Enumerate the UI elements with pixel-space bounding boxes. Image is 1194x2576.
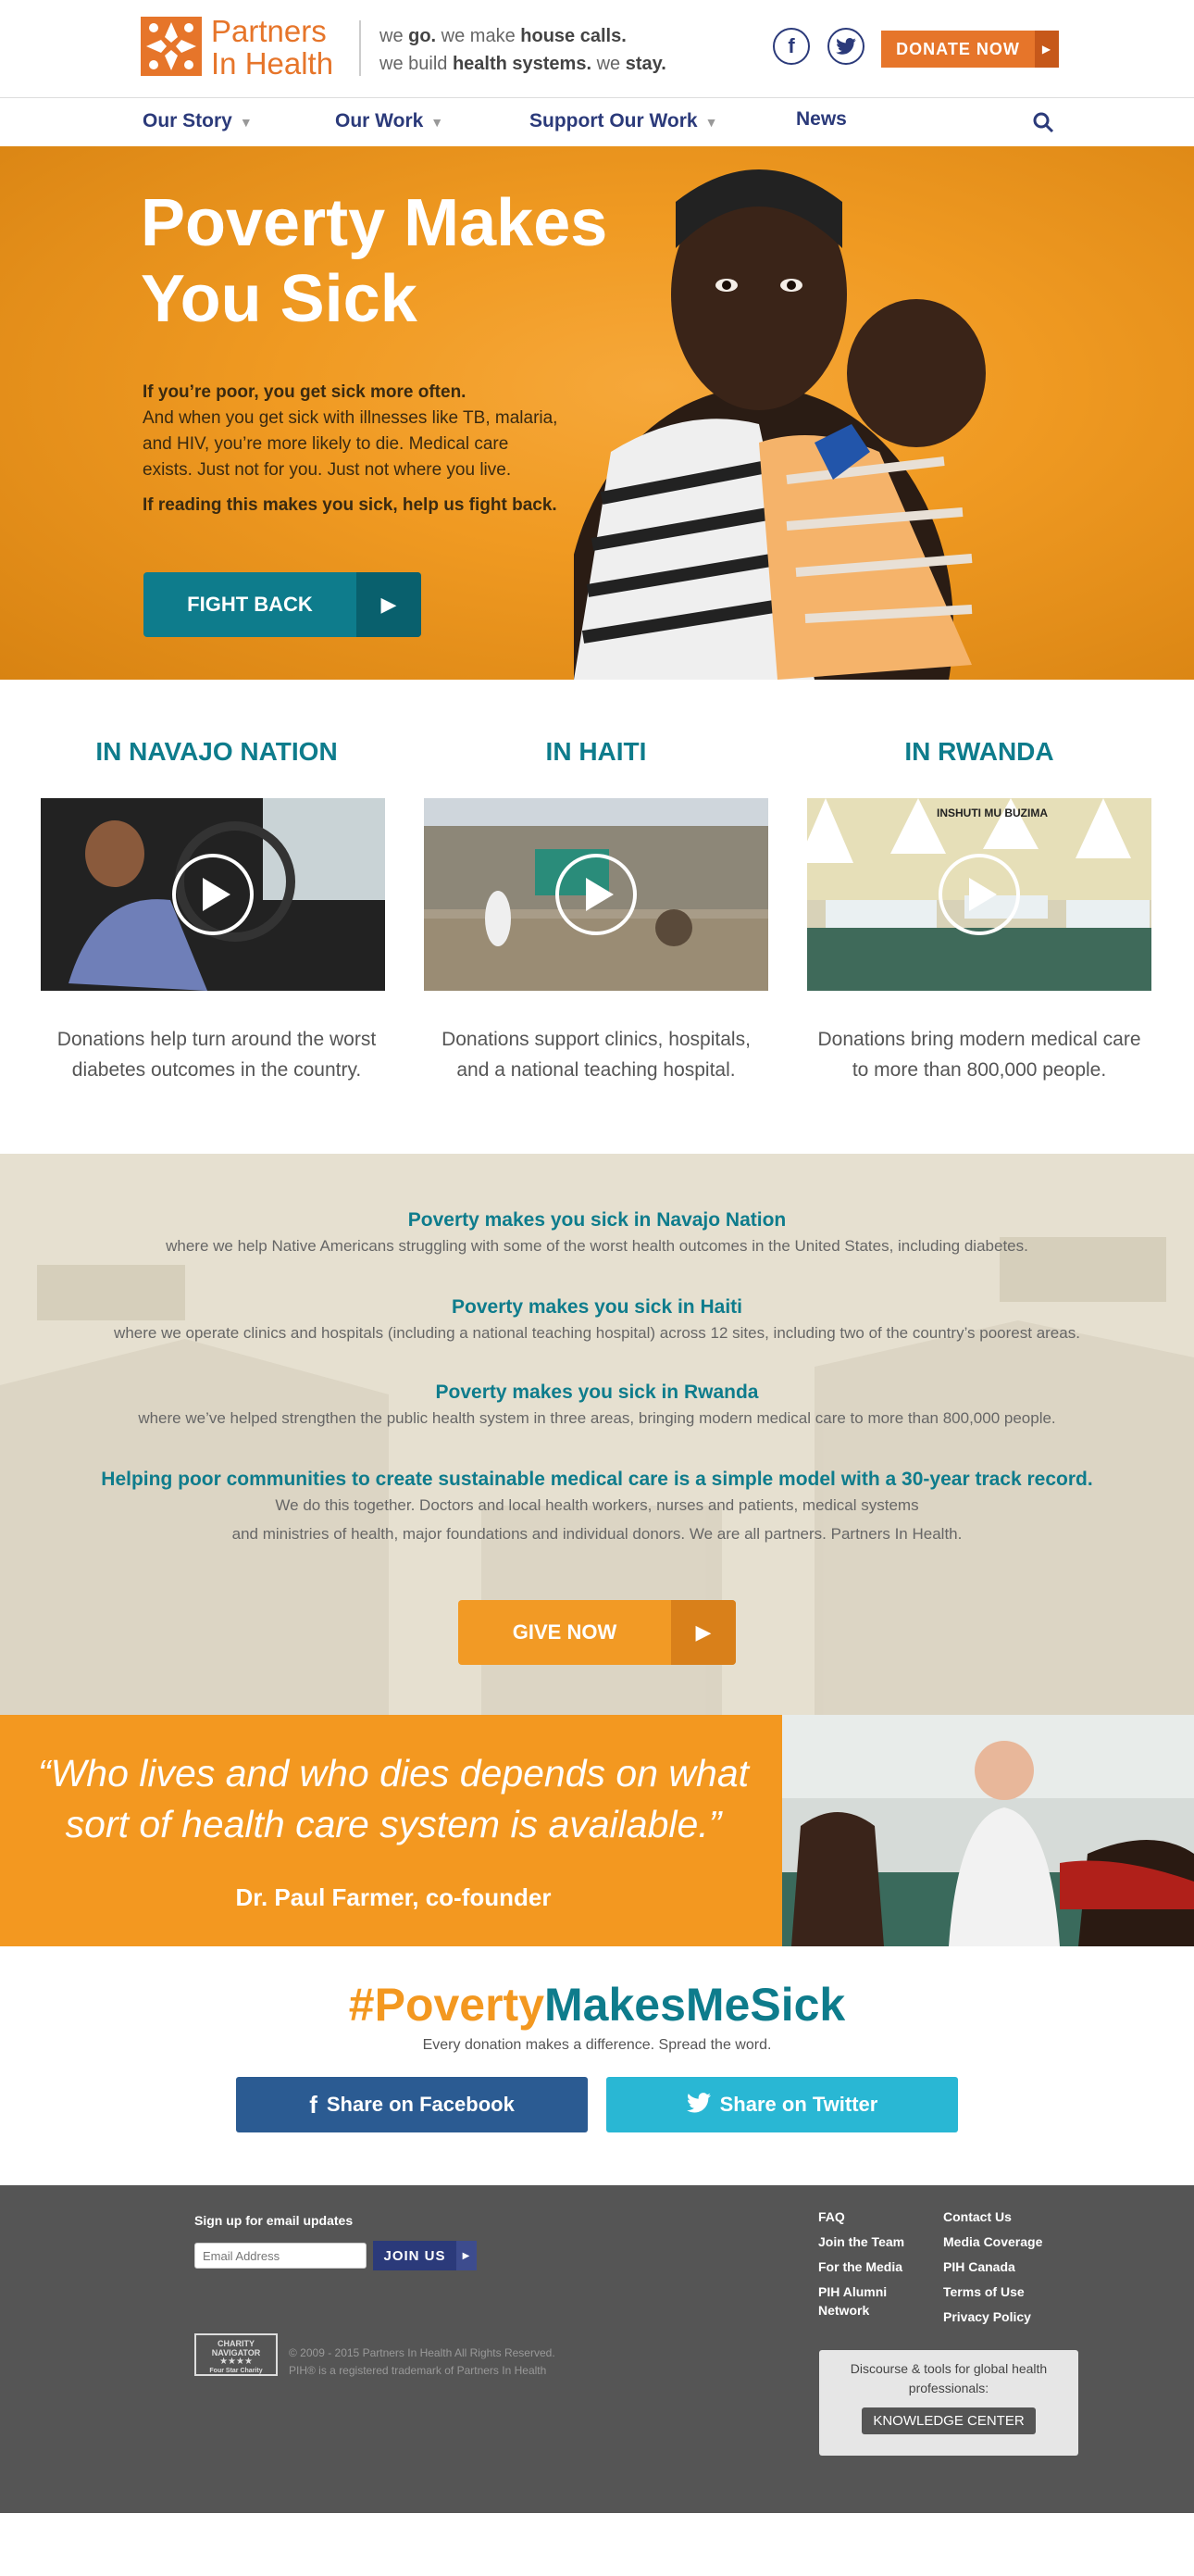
join-us-button[interactable]: JOIN US ▶: [373, 2241, 477, 2270]
nav-news[interactable]: News: [796, 108, 847, 131]
fight-back-button[interactable]: FIGHT BACK ▶: [143, 572, 421, 637]
email-signup-label: Sign up for email updates: [194, 2213, 354, 2228]
quote-block: “Who lives and who dies depends on what s…: [0, 1715, 782, 1946]
logo-wordmark[interactable]: Partners In Health: [211, 15, 333, 80]
knowledge-center-button[interactable]: KNOWLEDGE CENTER: [862, 2407, 1036, 2434]
logo-line-2: In Health: [211, 46, 334, 81]
hashtag-heading: #PovertyMakesMeSick: [348, 1979, 846, 2031]
region-title-navajo: IN NAVAJO NATION: [95, 737, 338, 766]
share-twitter-button[interactable]: Share on Twitter: [606, 2077, 958, 2132]
knowledge-center-box: Discourse & tools for global health prof…: [819, 2350, 1078, 2456]
band-item-navajo: Poverty makes you sick in Navajo Nation …: [0, 1209, 1194, 1260]
share-twitter-label: Share on Twitter: [719, 2093, 878, 2116]
site-footer: Sign up for email updates JOIN US ▶ CHAR…: [0, 2185, 1194, 2513]
share-facebook-button[interactable]: f Share on Facebook: [236, 2077, 588, 2132]
band-item-haiti: Poverty makes you sick in Haiti where we…: [0, 1296, 1194, 1347]
pih-logo[interactable]: [141, 17, 202, 76]
search-icon[interactable]: [1032, 111, 1054, 133]
play-icon[interactable]: [555, 854, 637, 935]
copyright: © 2009 - 2015 Partners In Health All Rig…: [289, 2346, 555, 2377]
chevron-down-icon: ▼: [239, 115, 253, 130]
facebook-icon[interactable]: f: [773, 28, 810, 65]
footer-link-alumni[interactable]: PIH Alumni Network: [818, 2282, 902, 2320]
share-facebook-label: Share on Facebook: [326, 2093, 515, 2116]
chevron-right-icon: ▶: [1035, 31, 1059, 68]
hero-lead: If you’re poor, you get sick more often.…: [143, 382, 558, 480]
main-nav: Our Story ▼ Our Work ▼ Support Our Work ▼ N…: [0, 99, 1194, 145]
footer-link-faq[interactable]: FAQ: [818, 2207, 845, 2226]
nav-our-story[interactable]: Our Story ▼: [143, 110, 253, 132]
tagline: we go. we make house calls. we build hea…: [379, 22, 666, 78]
band-text-rwanda: where we’ve helped strengthen the public…: [138, 1409, 1056, 1427]
kc-text: Discourse & tools for global health prof…: [850, 2361, 1048, 2395]
footer-link-terms[interactable]: Terms of Use: [943, 2282, 1025, 2301]
nav-support-our-work[interactable]: Support Our Work ▼: [529, 110, 717, 132]
hero-photo-mother-child: [574, 169, 986, 680]
hero-section: Poverty Makes You Sick If you’re poor, yo…: [0, 146, 1194, 680]
footer-link-contact[interactable]: Contact Us: [943, 2207, 1012, 2226]
hero-cta-text: If reading this makes you sick, help us …: [143, 495, 557, 515]
chevron-right-icon: ▶: [456, 2241, 477, 2270]
band-heading-rwanda: Poverty makes you sick in Rwanda: [435, 1382, 759, 1403]
donate-label: DONATE NOW: [896, 39, 1020, 58]
play-arrow-icon: ▶: [671, 1600, 736, 1665]
region-desc-rwanda: Donations bring modern medical care to m…: [817, 1029, 1141, 1081]
twitter-icon[interactable]: [827, 28, 864, 65]
hero-title: Poverty Makes You Sick: [141, 186, 608, 336]
band-heading-navajo: Poverty makes you sick in Navajo Nation: [407, 1209, 787, 1231]
play-icon[interactable]: [939, 854, 1020, 935]
band-heading-model: Helping poor communities to create susta…: [101, 1469, 1093, 1490]
give-now-label: GIVE NOW: [512, 1620, 617, 1644]
rwanda-sign-text: INSHUTI MU BUZIMA: [937, 807, 1048, 819]
logo-line-1: Partners: [211, 14, 327, 48]
play-arrow-icon: ▶: [356, 572, 421, 637]
video-thumb-haiti[interactable]: [424, 798, 768, 991]
footer-link-coverage[interactable]: Media Coverage: [943, 2232, 1042, 2251]
tagline-line-2: we build health systems. we stay.: [379, 54, 666, 74]
footer-link-canada[interactable]: PIH Canada: [943, 2257, 1015, 2276]
chevron-down-icon: ▼: [430, 115, 444, 130]
band-text-navajo: where we help Native Americans strugglin…: [166, 1237, 1028, 1255]
join-us-label: JOIN US: [383, 2247, 446, 2264]
give-now-button[interactable]: GIVE NOW ▶: [458, 1600, 736, 1665]
quote-attribution: Dr. Paul Farmer, co-founder: [235, 1883, 552, 1911]
donate-now-button[interactable]: DONATE NOW ▶: [881, 31, 1059, 68]
site-header: Partners In Health we go. we make house …: [0, 0, 1194, 98]
video-thumb-navajo[interactable]: [41, 798, 385, 991]
facebook-icon: f: [309, 2090, 317, 2119]
band-item-model: Helping poor communities to create susta…: [0, 1469, 1194, 1548]
video-thumb-rwanda[interactable]: INSHUTI MU BUZIMA: [807, 798, 1151, 991]
band-text-model: We do this together. Doctors and local h…: [231, 1496, 963, 1543]
twitter-icon: [686, 2091, 711, 2120]
email-input[interactable]: [194, 2243, 367, 2269]
share-subtitle: Every donation makes a difference. Sprea…: [422, 2037, 772, 2053]
paul-farmer-photo: [782, 1715, 1194, 1946]
play-icon[interactable]: [172, 854, 254, 935]
region-title-haiti: IN HAITI: [545, 737, 647, 766]
region-desc-haiti: Donations support clinics, hospitals, an…: [442, 1029, 751, 1081]
farmer-quote: “Who lives and who dies depends on what s…: [37, 1752, 750, 1845]
region-title-rwanda: IN RWANDA: [904, 737, 1054, 766]
tagline-line-1: we go. we make house calls.: [379, 26, 627, 46]
logo-divider: [359, 20, 361, 76]
band-heading-haiti: Poverty makes you sick in Haiti: [452, 1296, 742, 1318]
footer-link-join-team[interactable]: Join the Team: [818, 2232, 904, 2251]
charity-navigator-badge[interactable]: CHARITY NAVIGATOR ★★★★ Four Star Charity: [194, 2333, 278, 2376]
band-item-rwanda: Poverty makes you sick in Rwanda where w…: [0, 1382, 1194, 1432]
region-desc-navajo: Donations help turn around the worst dia…: [56, 1029, 377, 1081]
band-text-haiti: where we operate clinics and hospitals (…: [114, 1324, 1080, 1342]
nav-our-work[interactable]: Our Work ▼: [335, 110, 443, 132]
fight-back-label: FIGHT BACK: [187, 593, 313, 616]
footer-link-media[interactable]: For the Media: [818, 2257, 902, 2276]
paul-farmer-image: [782, 1715, 1194, 1946]
chevron-down-icon: ▼: [704, 115, 718, 130]
footer-link-privacy[interactable]: Privacy Policy: [943, 2307, 1031, 2326]
